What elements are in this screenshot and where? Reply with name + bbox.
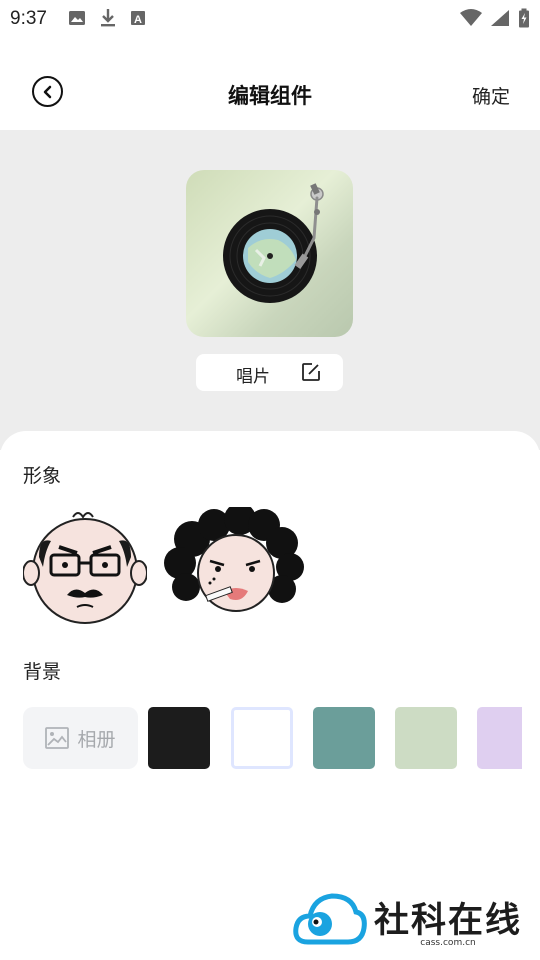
vinyl-widget-preview[interactable] — [186, 170, 353, 337]
widget-label-field[interactable]: 唱片 — [196, 354, 343, 391]
avatar-curly-hair-woman[interactable] — [160, 503, 306, 617]
confirm-button[interactable]: 确定 — [472, 82, 510, 109]
status-time: 9:37 — [10, 8, 47, 29]
widget-preview-area: 唱片 — [0, 130, 540, 450]
swatch-lavender[interactable] — [477, 707, 522, 769]
a-box-icon: A — [131, 11, 145, 26]
background-options: 相册 — [23, 707, 522, 769]
widget-label-text: 唱片 — [236, 367, 270, 387]
wifi-icon — [460, 9, 482, 26]
watermark-text: 社科在线 — [374, 900, 523, 941]
figure-section-title: 形象 — [23, 465, 62, 487]
page-title: 编辑组件 — [228, 84, 312, 108]
album-label: 相册 — [77, 728, 116, 751]
image-icon — [69, 11, 85, 25]
watermark: 社科在线 cass.com.cn — [292, 888, 532, 954]
watermark-subtext: cass.com.cn — [420, 938, 476, 948]
battery-icon — [519, 8, 529, 28]
picture-icon — [45, 727, 70, 749]
settings-sheet: 形象 背景 相册 — [0, 431, 540, 960]
swatch-sage[interactable] — [395, 707, 457, 769]
signal-icon — [491, 10, 509, 26]
album-button[interactable]: 相册 — [23, 707, 138, 769]
cloud-logo-icon — [293, 893, 367, 945]
header: 编辑组件 确定 — [0, 38, 540, 130]
status-bar: 9:37 A — [0, 0, 540, 38]
background-section-title: 背景 — [23, 661, 62, 683]
vinyl-record-icon — [223, 183, 324, 303]
avatar-bald-glasses-man[interactable] — [22, 507, 148, 627]
curly-woman-avatar-icon — [164, 503, 304, 612]
swatch-teal[interactable] — [313, 707, 375, 769]
edit-icon[interactable] — [301, 362, 321, 382]
swatch-black[interactable] — [148, 707, 210, 769]
swatch-white[interactable] — [231, 707, 293, 769]
download-icon — [101, 9, 115, 27]
bald-man-avatar-icon — [22, 512, 148, 624]
svg-text:A: A — [134, 14, 142, 26]
